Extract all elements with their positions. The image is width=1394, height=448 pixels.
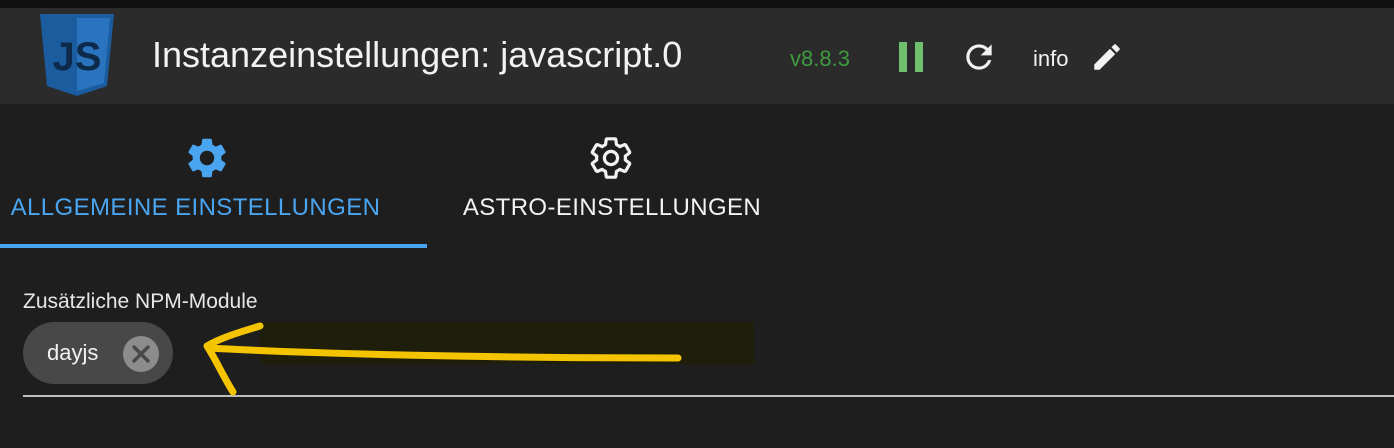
- npm-modules-label: Zusätzliche NPM-Module: [23, 290, 258, 313]
- tab-label: ASTRO-EINSTELLUNGEN: [462, 194, 762, 221]
- pause-icon[interactable]: [899, 42, 923, 72]
- javascript-logo: JS: [40, 14, 114, 96]
- gear-icon: [188, 138, 226, 178]
- tab-allgemeine-einstellungen[interactable]: ALLGEMEINE EINSTELLUNGEN: [0, 104, 427, 248]
- pencil-icon[interactable]: [1090, 40, 1124, 74]
- tab-astro-einstellungen[interactable]: ASTRO-EINSTELLUNGEN: [427, 104, 797, 248]
- module-chip[interactable]: dayjs: [23, 322, 173, 384]
- logo-text: JS: [53, 35, 102, 79]
- page-title: Instanzeinstellungen: javascript.0: [152, 34, 683, 75]
- active-tab-indicator: [0, 244, 427, 248]
- gear-outline-icon: [590, 137, 632, 179]
- annotation-arrow: [203, 322, 682, 396]
- tab-label: ALLGEMEINE EINSTELLUNGEN: [10, 194, 381, 221]
- version-label: v8.8.3: [790, 46, 850, 71]
- window-top-strip: [0, 0, 1394, 8]
- app-header: JS Instanzeinstellungen: javascript.0 v8…: [0, 8, 1394, 104]
- info-link[interactable]: info: [1033, 46, 1068, 72]
- reload-icon[interactable]: [960, 38, 998, 76]
- close-circle-icon[interactable]: [123, 336, 159, 372]
- chip-label: dayjs: [47, 340, 99, 365]
